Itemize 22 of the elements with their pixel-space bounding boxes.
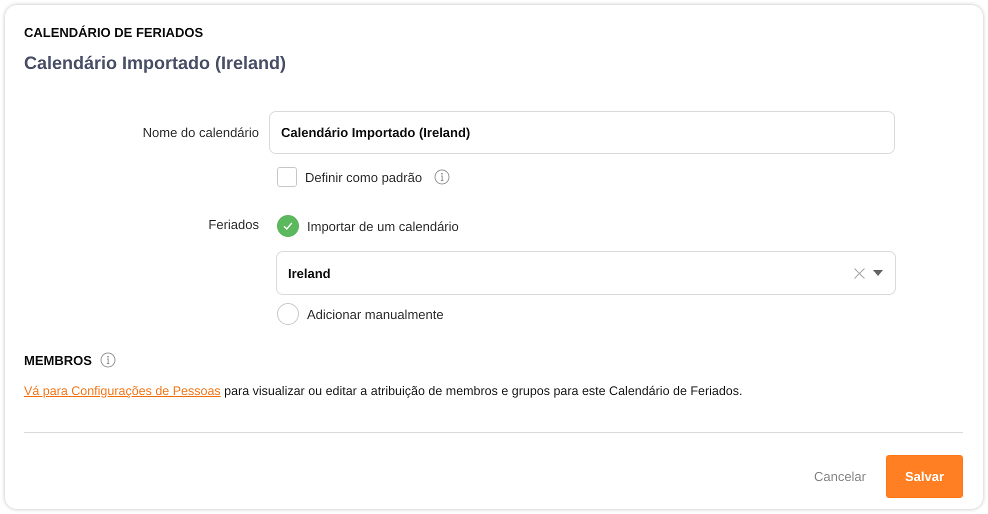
radio-button[interactable] xyxy=(277,215,299,237)
info-icon[interactable] xyxy=(100,352,116,368)
section-title: CALENDÁRIO DE FERIADOS xyxy=(24,25,204,40)
field-label: Feriados xyxy=(208,217,259,232)
radio-label: Importar de um calendário xyxy=(307,218,459,234)
people-settings-link[interactable]: Vá para Configurações de Pessoas xyxy=(24,384,221,398)
caret-icon[interactable] xyxy=(873,270,883,276)
info-icon[interactable] xyxy=(434,169,450,185)
cancel-button[interactable]: Cancelar xyxy=(814,469,866,484)
radio-button[interactable] xyxy=(277,303,299,325)
section-title: MEMBROS xyxy=(24,352,92,368)
name-input[interactable]: Calendário Importado (Ireland) xyxy=(269,111,895,154)
checkbox-label: Definir como padrão xyxy=(305,170,422,184)
calendar-title: Calendário Importado (Ireland) xyxy=(24,53,288,74)
country-select[interactable]: Ireland xyxy=(276,251,896,295)
radio-label: Adicionar manualmente xyxy=(307,306,444,322)
field-label: Nome do calendário xyxy=(142,125,259,140)
clear-icon[interactable] xyxy=(854,268,865,278)
default-checkbox[interactable] xyxy=(277,167,297,187)
members-note: Vá para Configurações de Pessoas para visualizar ou editar a atribuição de membros e grupos para este Calendário de Feriados. xyxy=(24,384,744,398)
save-button[interactable]: Salvar xyxy=(886,455,963,498)
check-icon xyxy=(282,220,294,232)
